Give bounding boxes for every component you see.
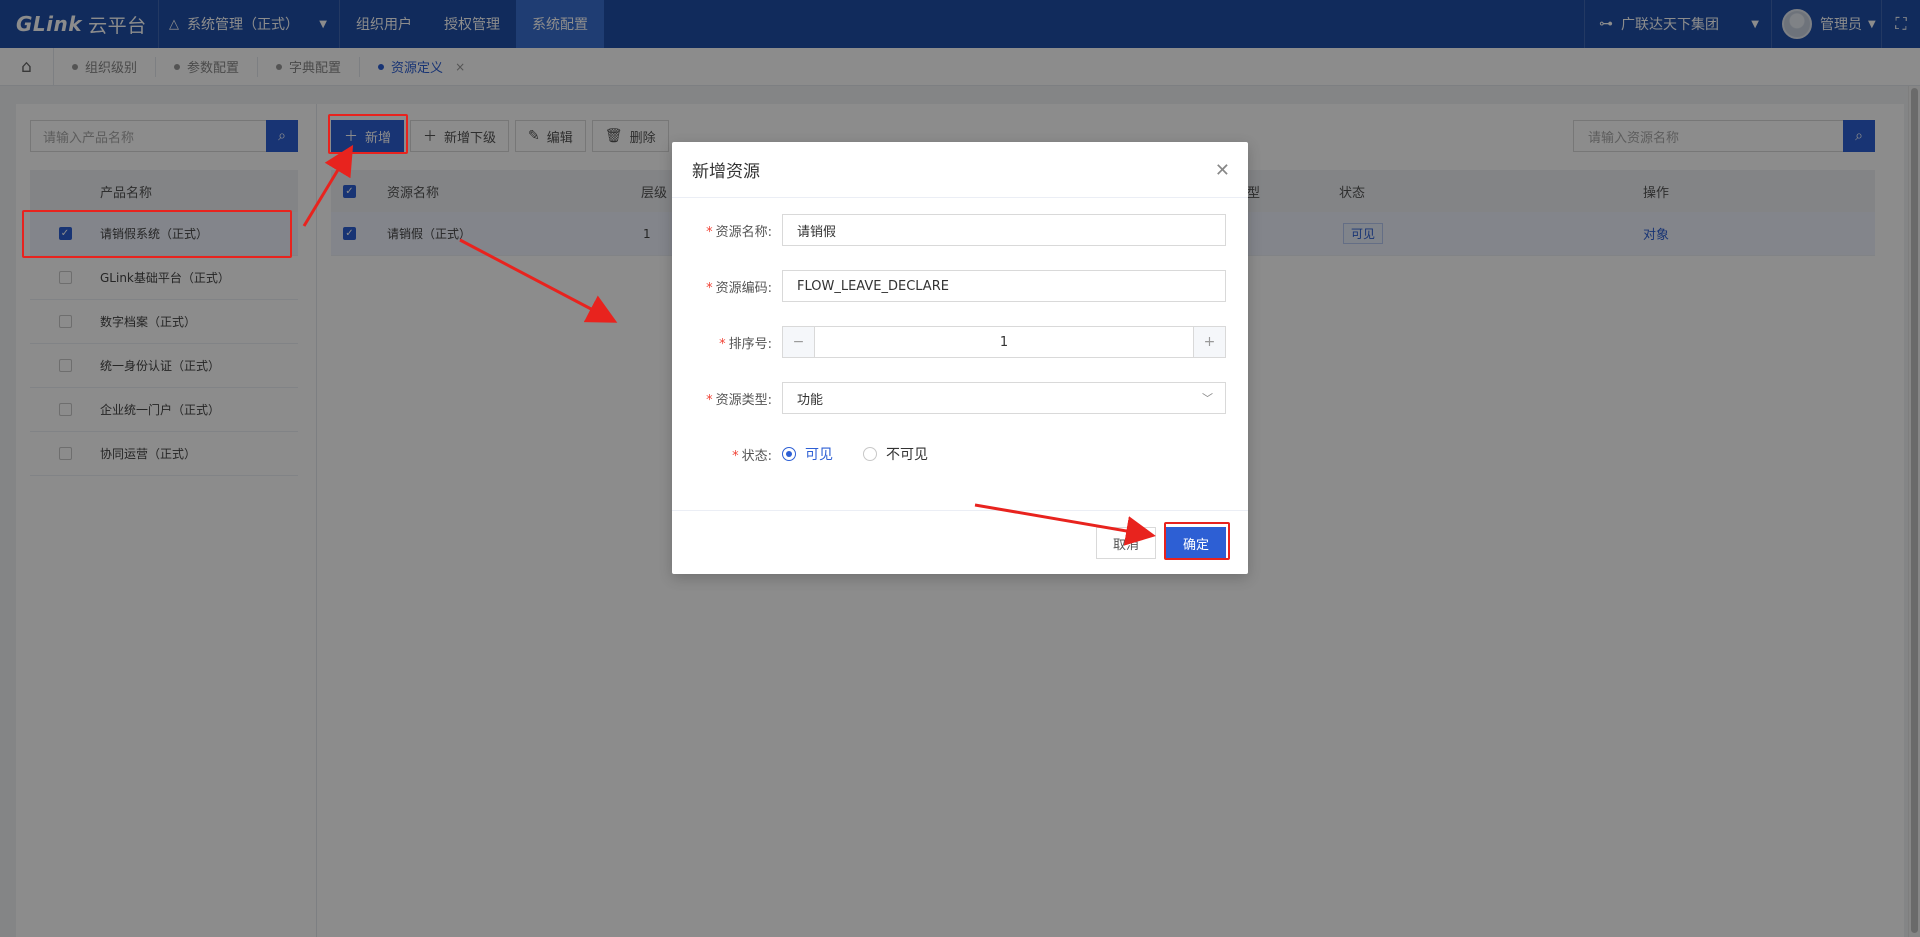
plus-icon[interactable]: + <box>1193 327 1225 357</box>
dialog-title: 新增资源 <box>692 162 760 182</box>
resource-type-select[interactable]: 功能 ﹀ <box>782 382 1226 414</box>
close-icon[interactable]: ✕ <box>1215 160 1230 181</box>
chevron-down-icon: ﹀ <box>1202 392 1213 405</box>
field-resource-name: * 资源名称: 请销假 <box>672 214 1248 246</box>
field-resource-type: * 资源类型: 功能 ﹀ <box>672 382 1248 414</box>
order-stepper: − 1 + <box>782 326 1226 358</box>
status-label: 状态: <box>741 448 772 464</box>
order-input[interactable]: 1 <box>815 327 1193 357</box>
radio-label: 不可见 <box>886 447 928 463</box>
field-order: * 排序号: − 1 + <box>672 326 1248 358</box>
highlight-confirm-button <box>1164 522 1230 560</box>
radio-label: 可见 <box>805 447 833 463</box>
radio-circle <box>782 447 796 461</box>
status-visible-radio[interactable]: 可见 <box>782 444 833 464</box>
resource-name-input[interactable]: 请销假 <box>782 214 1226 246</box>
resource-name-label: 资源名称: <box>715 224 772 240</box>
field-status: * 状态: 可见 不可见 <box>672 438 1248 470</box>
dialog-header: 新增资源 ✕ <box>672 142 1248 198</box>
status-invisible-radio[interactable]: 不可见 <box>863 444 928 464</box>
order-label: 排序号: <box>728 336 772 352</box>
resource-code-label: 资源编码: <box>715 280 772 296</box>
radio-circle <box>863 447 877 461</box>
minus-icon[interactable]: − <box>783 327 815 357</box>
resource-type-label: 资源类型: <box>715 392 772 408</box>
cancel-button[interactable]: 取消 <box>1096 527 1156 559</box>
highlight-selected-product <box>22 210 292 258</box>
resource-type-value: 功能 <box>797 392 824 408</box>
field-resource-code: * 资源编码: FLOW_LEAVE_DECLARE <box>672 270 1248 302</box>
dialog-footer: 取消 确定 <box>672 510 1248 574</box>
add-resource-dialog: 新增资源 ✕ * 资源名称: 请销假 * 资源编码: FLOW_LEAVE_DECL… <box>672 142 1248 574</box>
status-radio-group: 可见 不可见 <box>782 444 958 464</box>
highlight-add-button <box>328 114 408 154</box>
resource-code-input[interactable]: FLOW_LEAVE_DECLARE <box>782 270 1226 302</box>
